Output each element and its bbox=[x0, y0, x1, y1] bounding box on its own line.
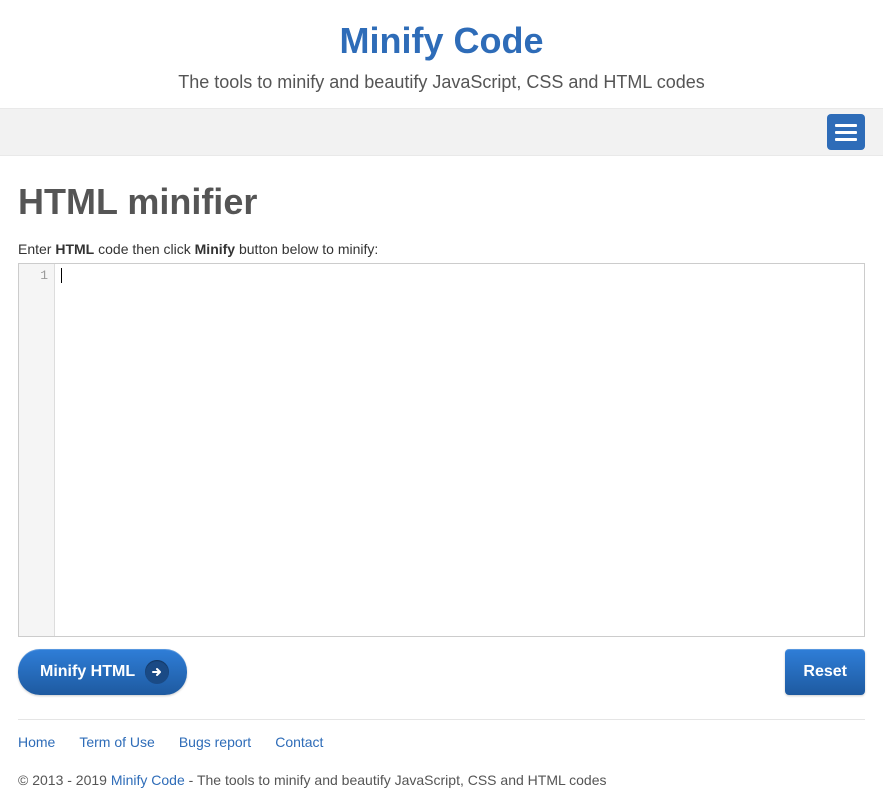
copyright-link[interactable]: Minify Code bbox=[111, 772, 185, 788]
page-title: HTML minifier bbox=[18, 181, 865, 223]
footer: Home Term of Use Bugs report Contact © 2… bbox=[18, 719, 865, 808]
text-cursor bbox=[61, 268, 62, 283]
arrow-right-icon bbox=[145, 660, 169, 684]
footer-link-contact[interactable]: Contact bbox=[275, 734, 323, 750]
editor-gutter: 1 bbox=[19, 264, 55, 636]
minify-button-label: Minify HTML bbox=[40, 663, 135, 681]
header: Minify Code The tools to minify and beau… bbox=[0, 0, 883, 108]
code-editor[interactable]: 1 bbox=[18, 263, 865, 637]
site-subtitle: The tools to minify and beautify JavaScr… bbox=[0, 72, 883, 93]
button-row: Minify HTML Reset bbox=[18, 649, 865, 719]
copyright-text: © 2013 - 2019 Minify Code - The tools to… bbox=[18, 772, 865, 788]
hamburger-icon bbox=[835, 124, 857, 127]
line-number: 1 bbox=[19, 268, 48, 283]
footer-link-terms[interactable]: Term of Use bbox=[79, 734, 154, 750]
site-title: Minify Code bbox=[0, 20, 883, 62]
footer-link-bugs[interactable]: Bugs report bbox=[179, 734, 251, 750]
footer-links: Home Term of Use Bugs report Contact bbox=[18, 734, 865, 750]
menu-toggle-button[interactable] bbox=[827, 114, 865, 150]
navbar bbox=[0, 108, 883, 156]
hamburger-icon bbox=[835, 138, 857, 141]
footer-link-home[interactable]: Home bbox=[18, 734, 55, 750]
code-textarea[interactable] bbox=[55, 264, 864, 636]
main-content: HTML minifier Enter HTML code then click… bbox=[0, 156, 883, 719]
reset-button[interactable]: Reset bbox=[785, 649, 865, 695]
instruction-text: Enter HTML code then click Minify button… bbox=[18, 241, 865, 257]
minify-button[interactable]: Minify HTML bbox=[18, 649, 187, 695]
hamburger-icon bbox=[835, 131, 857, 134]
